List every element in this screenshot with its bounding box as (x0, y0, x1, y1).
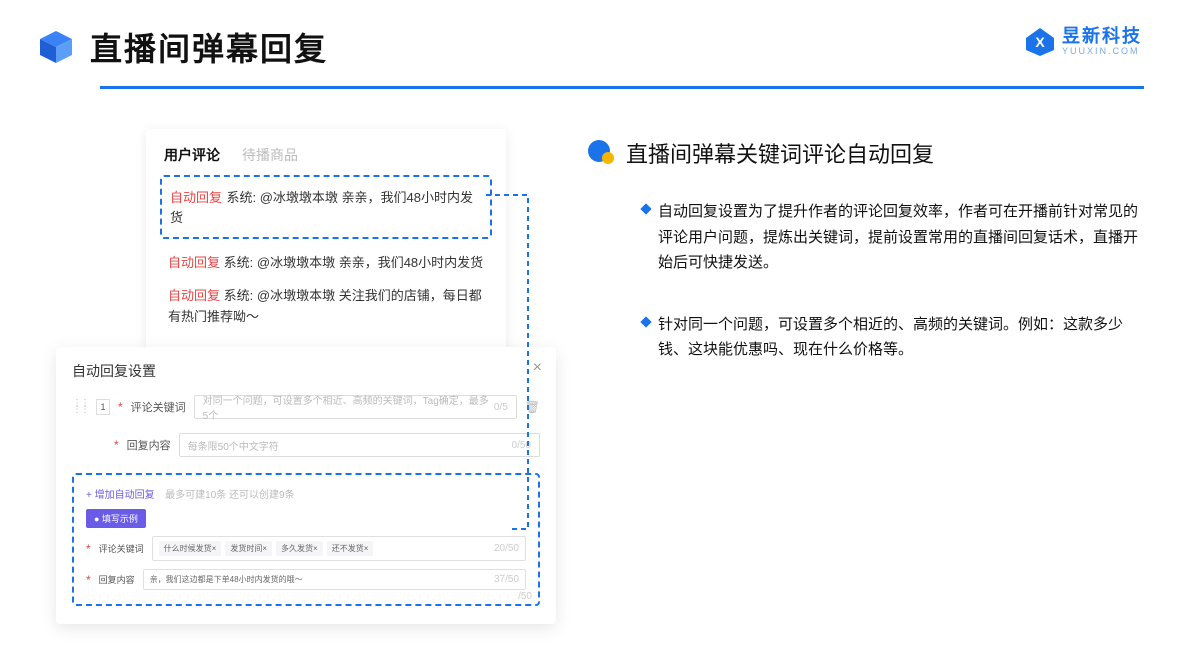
comment-row-2: 自动回复 系统: @冰墩墩本墩 亲亲，我们48小时内发货 (160, 247, 492, 280)
right-title: 直播间弹幕关键词评论自动回复 (626, 137, 934, 169)
diamond-bullet-icon (640, 316, 651, 327)
tag1[interactable]: 什么时候发货× (159, 541, 222, 556)
tab-user-comments[interactable]: 用户评论 (164, 145, 220, 165)
brand-logo-icon: X (1024, 26, 1056, 58)
add-auto-reply-button[interactable]: + 增加自动回复 (86, 490, 155, 501)
tab-pending-goods[interactable]: 待播商品 (242, 145, 298, 165)
bubble-icon (586, 140, 616, 166)
brand-block: X 昱新科技 YUUXIN.COM (1024, 26, 1142, 58)
example-block: + 增加自动回复 最多可建10条 还可以创建9条 ● 填写示例 * 评论关键词 … (72, 473, 540, 606)
slide-title: 直播间弹幕回复 (90, 24, 328, 70)
example-content-row: * 回复内容 亲，我们这边都是下单48小时内发货的哦～ 37/50 (86, 569, 526, 590)
required-dot: * (118, 400, 123, 414)
diamond-bullet-icon (640, 203, 651, 214)
auto-reply-settings-modal: 自动回复设置 × ⋮⋮⋮⋮ 1 * 评论关键词 对同一个问题，可设置多个相近、高… (56, 347, 556, 624)
cube-icon (36, 27, 76, 67)
drag-handle-icon[interactable]: ⋮⋮⋮⋮ (72, 401, 88, 413)
index-badge: 1 (96, 399, 110, 415)
comment-row-3: 自动回复 系统: @冰墩墩本墩 关注我们的店铺，每日都有热门推荐呦～ (160, 280, 492, 334)
example-keyword-row: * 评论关键词 什么时候发货× 发货时间× 多久发货× 还不发货× 20/50 (86, 536, 526, 561)
bullet-2-text: 针对同一个问题，可设置多个相近的、高频的关键词。例如：这款多少钱、这块能优惠吗、… (658, 312, 1144, 363)
example-badge: ● 填写示例 (86, 509, 146, 528)
comments-tabs: 用户评论 待播商品 (160, 145, 492, 175)
bullet-1-text: 自动回复设置为了提升作者的评论回复效率，作者可在开播前针对常见的评论用户问题，提… (658, 199, 1144, 276)
keyword-label: 评论关键词 (131, 399, 186, 415)
example-content-input[interactable]: 亲，我们这边都是下单48小时内发货的哦～ 37/50 (143, 569, 526, 590)
modal-title: 自动回复设置 (72, 363, 156, 379)
content-input[interactable]: 每条限50个中文字符 0/50 (179, 433, 540, 457)
slide-header: 直播间弹幕回复 X 昱新科技 YUUXIN.COM (0, 0, 1180, 70)
auto-reply-label: 自动回复 (170, 190, 222, 205)
delete-icon[interactable]: 🗑 (525, 400, 540, 414)
tag2[interactable]: 发货时间× (225, 541, 272, 556)
keyword-row: ⋮⋮⋮⋮ 1 * 评论关键词 对同一个问题，可设置多个相近、高频的关键词，Tag… (72, 395, 540, 419)
text-column: 直播间弹幕关键词评论自动回复 自动回复设置为了提升作者的评论回复效率，作者可在开… (586, 129, 1144, 624)
outer-counter: /50 (518, 591, 532, 602)
tag3[interactable]: 多久发货× (276, 541, 323, 556)
bullet-2: 针对同一个问题，可设置多个相近的、高频的关键词。例如：这款多少钱、这块能优惠吗、… (642, 312, 1144, 363)
brand-url: YUUXIN.COM (1062, 47, 1142, 57)
keyword-input[interactable]: 对同一个问题，可设置多个相近、高频的关键词，Tag确定，最多5个 0/5 (194, 395, 517, 419)
screenshot-column: 用户评论 待播商品 自动回复 系统: @冰墩墩本墩 亲亲，我们48小时内发货 自… (36, 129, 536, 624)
content-row: * 回复内容 每条限50个中文字符 0/50 (72, 433, 540, 457)
comment-highlighted: 自动回复 系统: @冰墩墩本墩 亲亲，我们48小时内发货 (160, 175, 492, 239)
close-icon[interactable]: × (533, 359, 542, 377)
content-label: 回复内容 (127, 437, 171, 453)
svg-text:X: X (1035, 34, 1045, 50)
tag4[interactable]: 还不发货× (327, 541, 374, 556)
bullet-1: 自动回复设置为了提升作者的评论回复效率，作者可在开播前针对常见的评论用户问题，提… (642, 199, 1144, 276)
add-note: 最多可建10条 还可以创建9条 (165, 490, 294, 501)
example-keyword-tags[interactable]: 什么时候发货× 发货时间× 多久发货× 还不发货× 20/50 (152, 536, 526, 561)
brand-name: 昱新科技 (1062, 27, 1142, 47)
comments-panel: 用户评论 待播商品 自动回复 系统: @冰墩墩本墩 亲亲，我们48小时内发货 自… (146, 129, 506, 355)
